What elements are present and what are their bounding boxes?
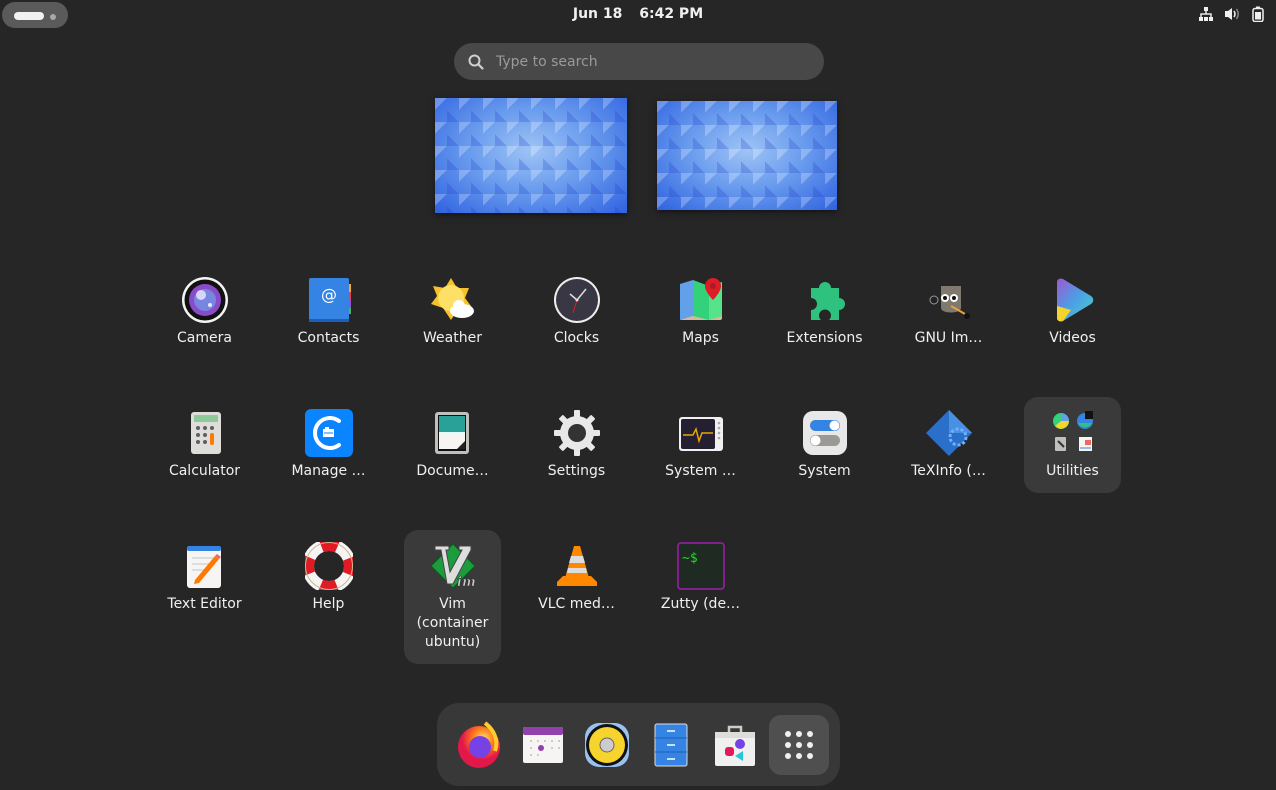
app-vlc[interactable]: VLC med…: [528, 530, 625, 626]
app-label: Zutty (de…: [660, 596, 741, 612]
app-maps[interactable]: Maps: [652, 264, 749, 360]
vlc-cone-icon: [553, 542, 601, 590]
app-contacts[interactable]: @ Contacts: [280, 264, 377, 360]
app-clocks[interactable]: Clocks: [528, 264, 625, 360]
app-text-editor[interactable]: Text Editor: [156, 530, 253, 626]
text-editor-icon: [181, 542, 229, 590]
document-scanner-icon: [429, 409, 477, 457]
utilities-folder-icon: [1049, 409, 1097, 457]
dock-rhythmbox[interactable]: [579, 717, 635, 773]
wallpaper: [435, 98, 627, 213]
toggle-switches-icon: [801, 409, 849, 457]
app-label: GNU Im…: [914, 330, 983, 346]
dock-calendar[interactable]: [515, 717, 571, 773]
app-label: Weather: [423, 330, 482, 346]
gear-icon: [553, 409, 601, 457]
app-label: Help: [312, 596, 345, 612]
network-wired-icon: [1199, 7, 1213, 21]
app-manage[interactable]: Manage …: [280, 397, 377, 493]
app-extensions[interactable]: Extensions: [776, 264, 873, 360]
app-label: Contacts: [297, 330, 360, 346]
lifebuoy-icon: [304, 542, 353, 590]
app-texinfo[interactable]: TeXInfo (…: [900, 397, 997, 493]
app-weather[interactable]: Weather: [404, 264, 501, 360]
dash: [437, 703, 840, 786]
search-entry[interactable]: [454, 43, 824, 80]
app-calculator[interactable]: Calculator: [156, 397, 253, 493]
dock-software[interactable]: [707, 717, 763, 773]
date-label: Jun 18: [572, 6, 623, 22]
app-label: Videos: [1049, 330, 1096, 346]
search-input[interactable]: [494, 52, 798, 71]
show-apps-button[interactable]: [769, 715, 829, 775]
vim-icon: im: [429, 542, 477, 590]
search-icon: [468, 54, 484, 70]
time-label: 6:42 PM: [639, 6, 704, 22]
app-gimp[interactable]: GNU Im…: [900, 264, 997, 360]
file-cabinet-icon: [654, 723, 688, 767]
svg-text:@: @: [321, 285, 337, 304]
app-label: Maps: [682, 330, 719, 346]
app-label: Docume…: [416, 463, 489, 479]
videos-icon: [1049, 276, 1097, 324]
app-system[interactable]: System: [776, 397, 873, 493]
maps-icon: [677, 276, 725, 324]
app-label: Clocks: [553, 330, 600, 346]
shopping-bag-icon: [715, 725, 755, 766]
app-label: System: [798, 463, 851, 479]
gimp-icon: [925, 276, 973, 324]
app-document-scanner[interactable]: Docume…: [404, 397, 501, 493]
system-monitor-icon: [677, 409, 725, 457]
texinfo-icon: [925, 409, 973, 457]
clock-icon: [553, 276, 601, 324]
app-label: System …: [665, 463, 736, 479]
dock-firefox[interactable]: [451, 717, 507, 773]
system-tray[interactable]: [1198, 6, 1264, 22]
app-label: Calculator: [168, 463, 241, 479]
app-vim[interactable]: im Vim (container ubuntu): [404, 530, 501, 664]
app-label: Utilities: [1046, 463, 1099, 479]
folder-utilities[interactable]: Utilities: [1024, 397, 1121, 493]
workspace-thumbnail-2[interactable]: [657, 101, 837, 210]
app-label: Extensions: [786, 330, 863, 346]
workspace-thumbnail-1[interactable]: [435, 98, 627, 213]
app-settings[interactable]: Settings: [528, 397, 625, 493]
svg-text:im: im: [457, 575, 476, 590]
app-label: VLC med…: [538, 596, 615, 612]
volume-icon: [1225, 8, 1239, 20]
contacts-icon: @: [305, 276, 353, 324]
terminal-icon: ~$: [676, 542, 725, 590]
app-camera[interactable]: Camera: [156, 264, 253, 360]
battery-icon: [1252, 6, 1264, 22]
app-label: Settings: [547, 463, 606, 479]
top-bar: Jun 18 6:42 PM: [0, 0, 1276, 30]
calendar-icon: [523, 727, 563, 763]
dock-files[interactable]: [643, 717, 699, 773]
svg-text:~$: ~$: [682, 551, 698, 566]
app-system-monitor[interactable]: System …: [652, 397, 749, 493]
camera-icon: [181, 276, 229, 324]
calculator-icon: [181, 409, 229, 457]
app-label: Manage …: [291, 463, 366, 479]
app-videos[interactable]: Videos: [1024, 264, 1121, 360]
app-label: TeXInfo (…: [911, 463, 986, 479]
weather-icon: [429, 276, 477, 324]
app-help[interactable]: Help: [280, 530, 377, 626]
firefox-icon: [458, 721, 500, 768]
wallpaper: [657, 101, 837, 210]
app-label: Camera: [177, 330, 232, 346]
clock-button[interactable]: Jun 18 6:42 PM: [0, 6, 1276, 22]
puzzle-piece-icon: [801, 276, 849, 324]
speaker-icon: [585, 723, 629, 767]
app-label: Vim (container ubuntu): [416, 596, 489, 650]
app-zutty[interactable]: ~$ Zutty (de…: [652, 530, 749, 626]
app-grid-icon: [785, 731, 813, 759]
manage-printing-icon: [304, 409, 353, 457]
app-label: Text Editor: [167, 596, 242, 612]
